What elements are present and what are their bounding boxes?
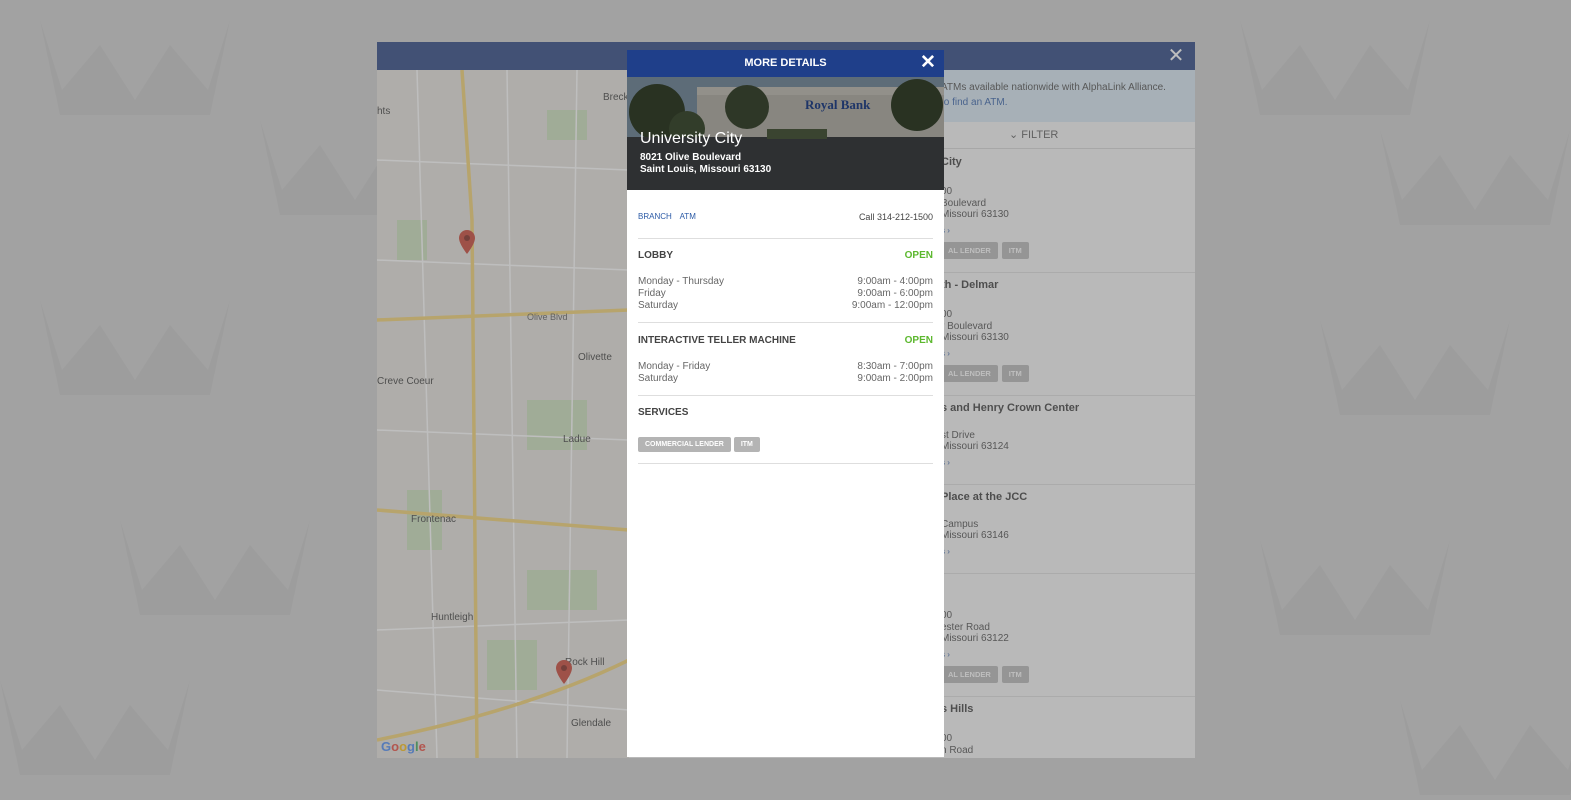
- itm-title: INTERACTIVE TELLER MACHINE: [638, 335, 796, 346]
- hours-day: Monday - Friday: [638, 361, 711, 372]
- hours-time: 9:00am - 4:00pm: [857, 276, 933, 287]
- services-tags: COMMERCIAL LENDER ITM: [638, 433, 763, 452]
- hours-time: 9:00am - 2:00pm: [857, 373, 933, 384]
- modal-header: MORE DETAILS ✕: [627, 50, 944, 77]
- itm-status: OPEN: [904, 335, 933, 346]
- hours-row: Saturday 9:00am - 2:00pm: [638, 373, 933, 385]
- hours-row: Saturday 9:00am - 12:00pm: [638, 300, 933, 312]
- services-title: SERVICES: [638, 407, 689, 418]
- call-link[interactable]: Call 314-212-1500: [859, 212, 933, 222]
- hours-day: Saturday: [638, 373, 679, 384]
- divider: [638, 463, 933, 464]
- modal-title: MORE DETAILS: [744, 57, 827, 69]
- hours-time: 8:30am - 7:00pm: [857, 361, 933, 372]
- branch-address-line1: 8021 Olive Boulevard: [640, 152, 742, 163]
- branch-name: University City: [640, 130, 743, 147]
- divider: [638, 395, 933, 396]
- hours-row: Monday - Thursday 9:00am - 4:00pm: [638, 276, 933, 288]
- divider: [638, 322, 933, 323]
- more-details-modal: MORE DETAILS ✕ Royal Bank University Cit…: [627, 50, 944, 757]
- branch-photo: Royal Bank University City 8021 Olive Bo…: [627, 77, 944, 190]
- close-icon[interactable]: ✕: [918, 53, 938, 73]
- hours-row: Friday 9:00am - 6:00pm: [638, 288, 933, 300]
- hours-day: Saturday: [638, 300, 679, 311]
- service-tag: ITM: [733, 437, 760, 452]
- lobby-status: OPEN: [904, 250, 933, 261]
- divider: [638, 238, 933, 239]
- hours-time: 9:00am - 12:00pm: [851, 300, 933, 311]
- hours-day: Monday - Thursday: [638, 276, 724, 287]
- hours-time: 9:00am - 6:00pm: [857, 288, 933, 299]
- lobby-title: LOBBY: [638, 250, 673, 261]
- type-atm-link[interactable]: ATM: [680, 212, 696, 221]
- hours-row: Monday - Friday 8:30am - 7:00pm: [638, 361, 933, 373]
- service-tag: COMMERCIAL LENDER: [638, 437, 731, 452]
- location-types: BRANCH ATM Call 314-212-1500: [638, 212, 933, 226]
- branch-address-line2: Saint Louis, Missouri 63130: [640, 164, 772, 175]
- type-branch-link[interactable]: BRANCH: [638, 212, 672, 221]
- hours-day: Friday: [638, 288, 666, 299]
